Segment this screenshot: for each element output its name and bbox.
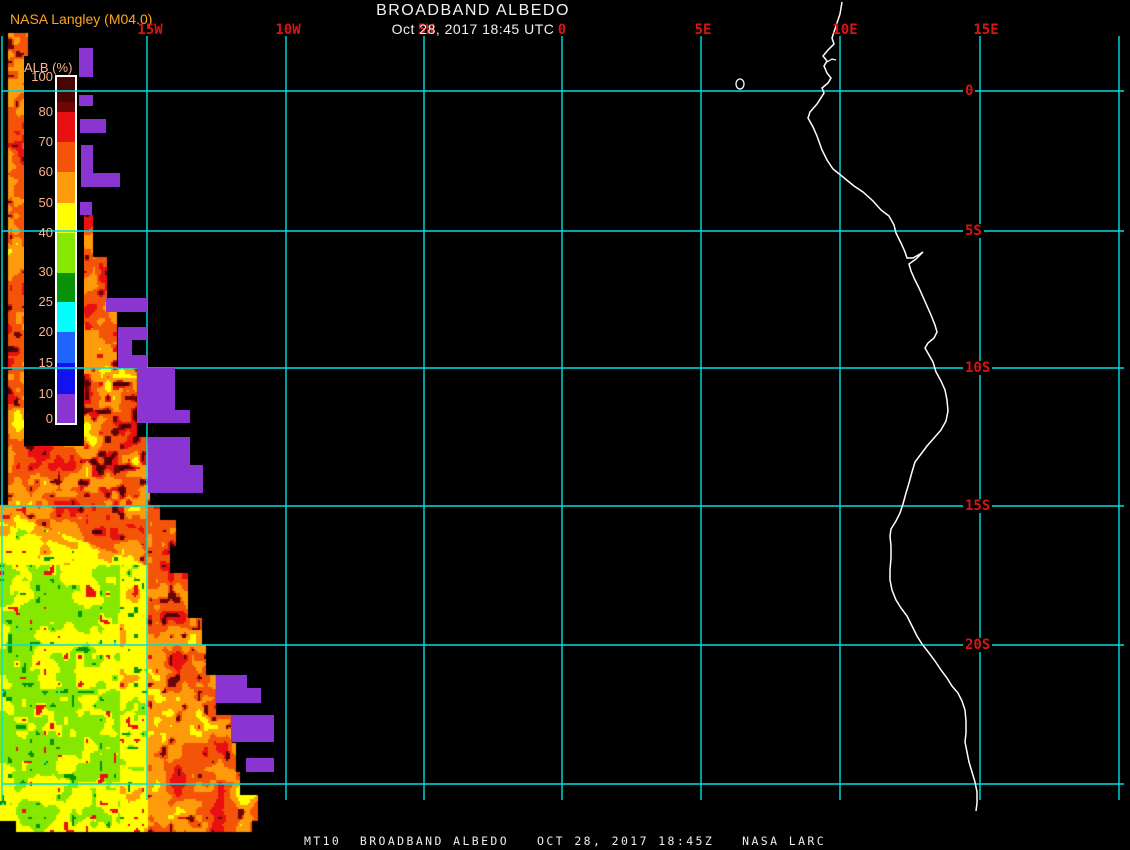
title-block: BROADBAND ALBEDO Oct 28, 2017 18:45 UTC bbox=[318, 2, 628, 37]
colorbar-tick-label: 60 bbox=[26, 165, 53, 178]
colorbar-tick-label: 80 bbox=[26, 105, 53, 118]
low-albedo-patch bbox=[118, 355, 147, 368]
longitude-label-10W: 10W bbox=[275, 23, 300, 37]
longitude-label-15E: 15E bbox=[973, 23, 998, 37]
coastline bbox=[808, 2, 977, 811]
low-albedo-patch bbox=[118, 327, 147, 340]
colorbar-tick-label: 15 bbox=[26, 356, 53, 369]
longitude-label-5E: 5E bbox=[695, 23, 712, 37]
colorbar-tick-label: 70 bbox=[26, 135, 53, 148]
latitude-label-15S: 15S bbox=[963, 499, 992, 513]
footer-caption: MT10 BROADBAND ALBEDO OCT 28, 2017 18:45… bbox=[0, 834, 1130, 848]
colorbar-tick-label: 25 bbox=[26, 295, 53, 308]
grid-and-coastline-overlay bbox=[0, 0, 1130, 850]
timestamp-subtitle: Oct 28, 2017 18:45 UTC bbox=[318, 21, 628, 37]
latitude-label-10S: 10S bbox=[963, 361, 992, 375]
colorbar-tick-label: 0 bbox=[26, 412, 53, 425]
low-albedo-patch bbox=[106, 298, 147, 312]
low-albedo-patch bbox=[216, 688, 261, 703]
low-albedo-patch bbox=[118, 340, 132, 355]
low-albedo-patch bbox=[148, 437, 190, 465]
low-albedo-patch bbox=[148, 465, 203, 493]
low-albedo-patch bbox=[79, 95, 93, 106]
page-title: BROADBAND ALBEDO bbox=[318, 2, 628, 19]
low-albedo-patch bbox=[80, 202, 92, 215]
latitude-label-5S: 5S bbox=[963, 224, 984, 238]
low-albedo-patch bbox=[93, 173, 120, 187]
colorbar-tick-label: 20 bbox=[26, 325, 53, 338]
colorbar-tick-label: 50 bbox=[26, 196, 53, 209]
source-label: NASA Langley (M04.0) bbox=[10, 11, 152, 27]
colorbar-tick-label: 10 bbox=[26, 387, 53, 400]
low-albedo-patch bbox=[216, 675, 247, 688]
low-albedo-patch bbox=[137, 410, 190, 423]
low-albedo-patch bbox=[81, 145, 93, 187]
latitude-label-20S: 20S bbox=[963, 638, 992, 652]
longitude-label-10E: 10E bbox=[832, 23, 857, 37]
island-outline bbox=[736, 79, 744, 89]
colorbar-tick-label: 100 bbox=[26, 70, 53, 83]
colorbar-tick-label: 40 bbox=[26, 226, 53, 239]
longitude-label-15W: 15W bbox=[137, 23, 162, 37]
colorbar-tick-label: 30 bbox=[26, 265, 53, 278]
low-albedo-patch bbox=[246, 758, 274, 772]
albedo-map-viewport: ALB (%) BROADBAND ALBEDO Oct 28, 2017 18… bbox=[0, 0, 1130, 850]
low-albedo-patch bbox=[137, 368, 175, 410]
low-albedo-patch bbox=[231, 715, 274, 742]
latitude-label-0: 0 bbox=[963, 84, 975, 98]
low-albedo-patch bbox=[80, 119, 106, 133]
coastline bbox=[827, 59, 836, 62]
